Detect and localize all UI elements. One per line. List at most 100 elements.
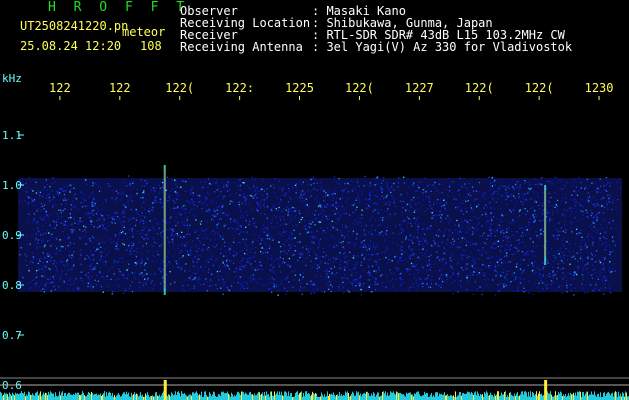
noise-pixel (37, 268, 40, 271)
noise-pixel (270, 208, 272, 211)
signal-bar (297, 391, 298, 400)
noise-pixel (378, 234, 380, 236)
noise-pixel (193, 213, 195, 215)
noise-pixel (482, 264, 484, 266)
noise-pixel (246, 195, 248, 197)
noise-pixel (187, 254, 189, 256)
noise-pixel (435, 283, 437, 285)
noise-pixel (228, 247, 231, 249)
noise-pixel (321, 218, 323, 221)
noise-pixel (263, 202, 266, 205)
noise-pixel (274, 284, 276, 286)
noise-pixel (120, 272, 122, 275)
noise-pixel (181, 267, 183, 269)
signal-bar (170, 396, 171, 400)
noise-pixel (311, 219, 313, 221)
noise-pixel (499, 283, 502, 285)
noise-pixel (452, 243, 455, 245)
noise-pixel (290, 264, 292, 266)
signal-bar (288, 391, 289, 400)
signal-bar (222, 392, 223, 400)
noise-pixel (508, 227, 511, 229)
signal-bar (32, 393, 33, 400)
noise-pixel (559, 230, 561, 232)
noise-pixel (232, 262, 235, 264)
noise-pixel (250, 256, 252, 259)
noise-pixel (214, 233, 216, 235)
noise-pixel (138, 260, 141, 262)
noise-pixel (605, 231, 607, 233)
signal-bar (174, 394, 175, 400)
noise-pixel (128, 245, 130, 247)
noise-pixel (603, 236, 605, 238)
noise-pixel (288, 250, 290, 252)
noise-pixel (314, 214, 316, 216)
noise-pixel (595, 190, 597, 192)
noise-pixel (359, 281, 361, 283)
noise-pixel (588, 196, 591, 198)
noise-pixel (552, 266, 554, 268)
noise-pixel (371, 265, 374, 267)
noise-pixel (232, 281, 235, 283)
noise-pixel (299, 241, 301, 243)
noise-pixel (319, 206, 321, 208)
noise-pixel (75, 197, 78, 200)
noise-pixel (467, 241, 469, 243)
noise-pixel (449, 246, 451, 248)
signal-bar (188, 395, 189, 400)
noise-pixel (83, 180, 85, 182)
noise-pixel (372, 245, 375, 247)
noise-pixel (313, 236, 316, 238)
noise-pixel (417, 256, 419, 259)
noise-pixel (48, 254, 51, 256)
noise-pixel (426, 277, 428, 279)
noise-pixel (332, 247, 334, 249)
noise-pixel (561, 260, 563, 262)
noise-pixel (384, 251, 386, 253)
noise-pixel (506, 237, 508, 240)
noise-pixel (526, 210, 529, 212)
noise-pixel (255, 267, 257, 269)
noise-pixel (204, 233, 207, 235)
noise-pixel (172, 227, 175, 229)
noise-pixel (215, 244, 218, 246)
noise-pixel (138, 286, 141, 288)
noise-pixel (211, 255, 213, 257)
noise-pixel (26, 187, 28, 189)
noise-pixel (50, 235, 52, 238)
noise-pixel (563, 209, 565, 211)
noise-pixel (363, 233, 365, 235)
noise-pixel (518, 193, 520, 195)
noise-pixel (523, 269, 525, 271)
noise-pixel (253, 233, 255, 236)
noise-pixel (612, 240, 614, 242)
noise-pixel (372, 246, 375, 249)
noise-pixel (30, 198, 32, 200)
noise-pixel (491, 194, 493, 196)
noise-pixel (531, 215, 533, 217)
noise-pixel (287, 264, 289, 266)
signal-bar (156, 391, 157, 400)
noise-pixel (229, 252, 231, 254)
noise-pixel (523, 254, 525, 256)
noise-pixel (176, 233, 178, 235)
noise-pixel (415, 282, 417, 284)
noise-pixel (41, 195, 44, 198)
noise-pixel (174, 202, 176, 204)
noise-pixel (151, 244, 153, 247)
noise-pixel (542, 213, 544, 215)
noise-pixel (423, 245, 425, 248)
noise-pixel (417, 237, 419, 239)
noise-pixel (319, 212, 322, 215)
noise-pixel (393, 200, 395, 202)
noise-pixel (308, 197, 311, 199)
noise-pixel (32, 261, 34, 264)
noise-pixel (343, 248, 345, 250)
noise-pixel (399, 259, 401, 262)
noise-pixel (160, 232, 162, 234)
noise-pixel (499, 226, 502, 228)
noise-pixel (140, 262, 142, 265)
noise-pixel (111, 218, 113, 220)
noise-pixel (319, 260, 322, 262)
noise-pixel (571, 256, 573, 258)
